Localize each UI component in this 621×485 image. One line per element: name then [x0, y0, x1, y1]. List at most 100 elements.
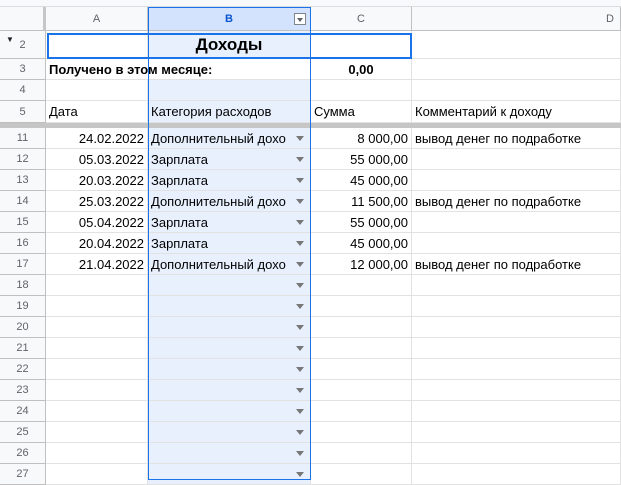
header-date[interactable]: Дата — [46, 101, 148, 123]
comment-cell[interactable] — [412, 233, 621, 254]
dropdown-arrow-icon[interactable] — [296, 430, 304, 435]
date-cell[interactable] — [46, 296, 148, 317]
comment-cell[interactable] — [412, 317, 621, 338]
row-header-3[interactable]: 3 — [0, 59, 46, 80]
dropdown-arrow-icon[interactable] — [296, 157, 304, 162]
dropdown-arrow-icon[interactable] — [296, 451, 304, 456]
row-header[interactable]: 21 — [0, 338, 46, 359]
category-dropdown-cell[interactable]: Зарплата — [148, 149, 311, 170]
date-cell[interactable]: 25.03.2022 — [46, 191, 148, 212]
row-header[interactable]: 23 — [0, 380, 46, 401]
row-header[interactable]: 27 — [0, 464, 46, 485]
date-cell[interactable] — [46, 275, 148, 296]
row-header[interactable]: 15 — [0, 212, 46, 233]
amount-cell[interactable] — [311, 401, 412, 422]
row-header[interactable]: 16 — [0, 233, 46, 254]
category-dropdown-cell[interactable] — [148, 464, 311, 485]
amount-cell[interactable]: 8 000,00 — [311, 128, 412, 149]
date-cell[interactable] — [46, 464, 148, 485]
dropdown-arrow-icon[interactable] — [296, 388, 304, 393]
amount-cell[interactable] — [311, 317, 412, 338]
comment-cell[interactable] — [412, 170, 621, 191]
row-header[interactable]: 22 — [0, 359, 46, 380]
row-header[interactable]: 24 — [0, 401, 46, 422]
category-dropdown-cell[interactable] — [148, 275, 311, 296]
amount-cell[interactable] — [311, 296, 412, 317]
cell-c4[interactable] — [311, 80, 412, 101]
amount-cell[interactable] — [311, 422, 412, 443]
date-cell[interactable] — [46, 317, 148, 338]
select-all-corner[interactable] — [0, 7, 46, 31]
received-this-month-label[interactable]: Получено в этом месяце: — [46, 59, 311, 80]
row-header[interactable]: 20 — [0, 317, 46, 338]
amount-cell[interactable]: 45 000,00 — [311, 170, 412, 191]
row-header[interactable]: 14 — [0, 191, 46, 212]
category-dropdown-cell[interactable] — [148, 338, 311, 359]
row-header-2[interactable]: ▼ 2 — [0, 31, 46, 59]
cell-b4[interactable] — [148, 80, 311, 101]
date-cell[interactable] — [46, 422, 148, 443]
dropdown-arrow-icon[interactable] — [296, 283, 304, 288]
category-dropdown-cell[interactable]: Зарплата — [148, 212, 311, 233]
header-comment[interactable]: Комментарий к доходу — [412, 101, 621, 123]
dropdown-arrow-icon[interactable] — [296, 241, 304, 246]
category-dropdown-cell[interactable]: Зарплата — [148, 170, 311, 191]
dropdown-arrow-icon[interactable] — [296, 199, 304, 204]
dropdown-arrow-icon[interactable] — [296, 262, 304, 267]
amount-cell[interactable]: 12 000,00 — [311, 254, 412, 275]
row-header[interactable]: 11 — [0, 128, 46, 149]
comment-cell[interactable] — [412, 422, 621, 443]
row-header-4[interactable]: 4 — [0, 80, 46, 101]
collapse-rows-icon[interactable]: ▼ — [6, 35, 14, 44]
category-dropdown-cell[interactable] — [148, 443, 311, 464]
amount-cell[interactable]: 45 000,00 — [311, 233, 412, 254]
column-header-a[interactable]: A — [46, 7, 148, 31]
amount-cell[interactable] — [311, 275, 412, 296]
category-dropdown-cell[interactable]: Зарплата — [148, 233, 311, 254]
amount-cell[interactable] — [311, 359, 412, 380]
amount-cell[interactable] — [311, 338, 412, 359]
date-cell[interactable] — [46, 359, 148, 380]
category-dropdown-cell[interactable] — [148, 401, 311, 422]
amount-cell[interactable] — [311, 380, 412, 401]
comment-cell[interactable] — [412, 380, 621, 401]
comment-cell[interactable] — [412, 464, 621, 485]
comment-cell[interactable] — [412, 338, 621, 359]
row-header[interactable]: 26 — [0, 443, 46, 464]
date-cell[interactable] — [46, 338, 148, 359]
date-cell[interactable]: 20.04.2022 — [46, 233, 148, 254]
date-cell[interactable]: 24.02.2022 — [46, 128, 148, 149]
category-dropdown-cell[interactable] — [148, 380, 311, 401]
amount-cell[interactable]: 55 000,00 — [311, 149, 412, 170]
dropdown-arrow-icon[interactable] — [296, 325, 304, 330]
dropdown-arrow-icon[interactable] — [296, 472, 304, 477]
column-header-c[interactable]: C — [311, 7, 412, 31]
dropdown-arrow-icon[interactable] — [296, 178, 304, 183]
column-header-b[interactable]: B — [148, 7, 311, 31]
cell-d3[interactable] — [412, 59, 621, 80]
dropdown-arrow-icon[interactable] — [296, 367, 304, 372]
row-header[interactable]: 13 — [0, 170, 46, 191]
category-dropdown-cell[interactable]: Дополнительный дохо — [148, 191, 311, 212]
dropdown-arrow-icon[interactable] — [296, 136, 304, 141]
comment-cell[interactable] — [412, 275, 621, 296]
comment-cell[interactable] — [412, 212, 621, 233]
dropdown-arrow-icon[interactable] — [296, 346, 304, 351]
row-header[interactable]: 12 — [0, 149, 46, 170]
amount-cell[interactable]: 55 000,00 — [311, 212, 412, 233]
dropdown-arrow-icon[interactable] — [296, 304, 304, 309]
date-cell[interactable]: 21.04.2022 — [46, 254, 148, 275]
amount-cell[interactable]: 11 500,00 — [311, 191, 412, 212]
income-title[interactable]: Доходы — [148, 31, 311, 59]
row-header[interactable]: 18 — [0, 275, 46, 296]
column-menu-icon[interactable] — [294, 13, 306, 25]
date-cell[interactable]: 05.03.2022 — [46, 149, 148, 170]
date-cell[interactable] — [46, 401, 148, 422]
header-amount[interactable]: Сумма — [311, 101, 412, 123]
category-dropdown-cell[interactable] — [148, 296, 311, 317]
date-cell[interactable] — [46, 380, 148, 401]
comment-cell[interactable] — [412, 149, 621, 170]
date-cell[interactable]: 05.04.2022 — [46, 212, 148, 233]
cell-a2[interactable] — [46, 31, 148, 59]
comment-cell[interactable] — [412, 401, 621, 422]
